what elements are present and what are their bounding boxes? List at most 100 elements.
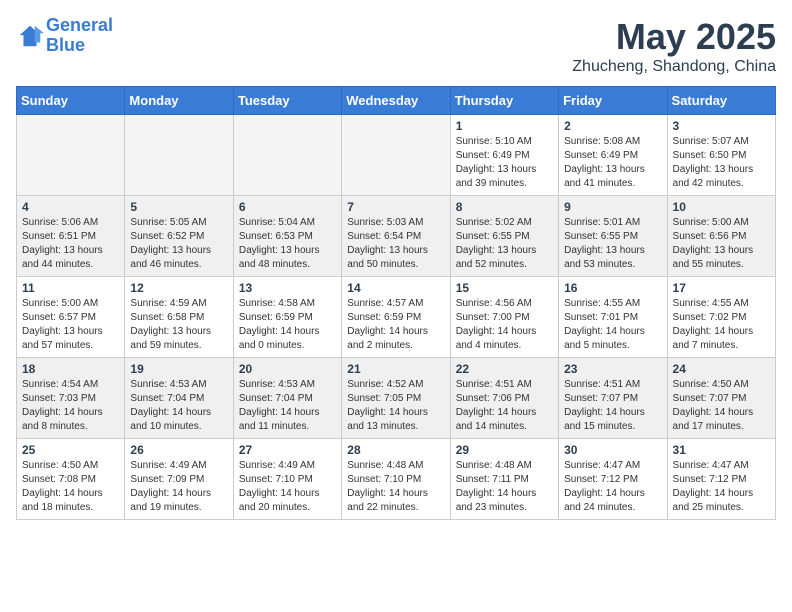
location-subtitle: Zhucheng, Shandong, China	[572, 58, 776, 76]
day-info: Sunrise: 5:06 AM Sunset: 6:51 PM Dayligh…	[22, 216, 119, 272]
calendar-cell	[125, 115, 233, 196]
calendar-cell	[17, 115, 125, 196]
day-number: 13	[239, 281, 336, 295]
day-number: 28	[347, 443, 444, 457]
calendar-week-row: 18 Sunrise: 4:54 AM Sunset: 7:03 PM Dayli…	[17, 358, 776, 439]
title-block: May 2025 Zhucheng, Shandong, China	[572, 16, 776, 76]
day-info: Sunrise: 4:54 AM Sunset: 7:03 PM Dayligh…	[22, 378, 119, 434]
calendar-cell: 11Sunrise: 5:00 AM Sunset: 6:57 PM Dayli…	[17, 277, 125, 358]
day-number: 26	[130, 443, 227, 457]
day-number: 2	[564, 119, 661, 133]
day-of-week-header: Wednesday	[342, 87, 450, 115]
day-info: Sunrise: 4:50 AM Sunset: 7:08 PM Dayligh…	[22, 459, 119, 515]
day-number: 8	[456, 200, 553, 214]
calendar-cell: 13 Sunrise: 4:58 AM Sunset: 6:59 PM Dayli…	[233, 277, 341, 358]
calendar-cell: 29 Sunrise: 4:48 AM Sunset: 7:11 PM Dayli…	[450, 439, 558, 520]
calendar-cell: 31 Sunrise: 4:47 AM Sunset: 7:12 PM Dayli…	[667, 439, 775, 520]
day-number: 9	[564, 200, 661, 214]
calendar-cell: 8 Sunrise: 5:02 AM Sunset: 6:55 PM Daylig…	[450, 196, 558, 277]
calendar-cell: 30 Sunrise: 4:47 AM Sunset: 7:12 PM Dayli…	[559, 439, 667, 520]
day-info: Sunrise: 5:02 AM Sunset: 6:55 PM Dayligh…	[456, 216, 553, 272]
calendar-cell: 12Sunrise: 4:59 AM Sunset: 6:58 PM Dayli…	[125, 277, 233, 358]
day-info: Sunrise: 5:07 AM Sunset: 6:50 PM Dayligh…	[673, 135, 770, 191]
day-of-week-header: Monday	[125, 87, 233, 115]
calendar-week-row: 11Sunrise: 5:00 AM Sunset: 6:57 PM Dayli…	[17, 277, 776, 358]
calendar-cell: 27 Sunrise: 4:49 AM Sunset: 7:10 PM Dayli…	[233, 439, 341, 520]
day-number: 16	[564, 281, 661, 295]
calendar-cell: 25Sunrise: 4:50 AM Sunset: 7:08 PM Dayli…	[17, 439, 125, 520]
calendar-cell: 6Sunrise: 5:04 AM Sunset: 6:53 PM Daylig…	[233, 196, 341, 277]
logo-icon	[16, 22, 44, 50]
calendar-cell: 20 Sunrise: 4:53 AM Sunset: 7:04 PM Dayli…	[233, 358, 341, 439]
calendar-cell: 19 Sunrise: 4:53 AM Sunset: 7:04 PM Dayli…	[125, 358, 233, 439]
day-number: 7	[347, 200, 444, 214]
calendar-cell: 3Sunrise: 5:07 AM Sunset: 6:50 PM Daylig…	[667, 115, 775, 196]
day-info: Sunrise: 4:51 AM Sunset: 7:06 PM Dayligh…	[456, 378, 553, 434]
calendar-cell: 22 Sunrise: 4:51 AM Sunset: 7:06 PM Dayli…	[450, 358, 558, 439]
logo: General Blue	[16, 16, 113, 56]
calendar-cell: 1 Sunrise: 5:10 AM Sunset: 6:49 PM Daylig…	[450, 115, 558, 196]
day-info: Sunrise: 4:48 AM Sunset: 7:10 PM Dayligh…	[347, 459, 444, 515]
day-info: Sunrise: 5:03 AM Sunset: 6:54 PM Dayligh…	[347, 216, 444, 272]
calendar-cell: 7 Sunrise: 5:03 AM Sunset: 6:54 PM Daylig…	[342, 196, 450, 277]
day-info: Sunrise: 4:50 AM Sunset: 7:07 PM Dayligh…	[673, 378, 770, 434]
day-number: 19	[130, 362, 227, 376]
calendar-cell	[342, 115, 450, 196]
calendar-cell: 14Sunrise: 4:57 AM Sunset: 6:59 PM Dayli…	[342, 277, 450, 358]
day-of-week-header: Sunday	[17, 87, 125, 115]
day-number: 29	[456, 443, 553, 457]
day-info: Sunrise: 4:47 AM Sunset: 7:12 PM Dayligh…	[673, 459, 770, 515]
calendar-cell: 4 Sunrise: 5:06 AM Sunset: 6:51 PM Daylig…	[17, 196, 125, 277]
day-number: 27	[239, 443, 336, 457]
day-info: Sunrise: 5:10 AM Sunset: 6:49 PM Dayligh…	[456, 135, 553, 191]
calendar-cell: 10Sunrise: 5:00 AM Sunset: 6:56 PM Dayli…	[667, 196, 775, 277]
day-info: Sunrise: 5:05 AM Sunset: 6:52 PM Dayligh…	[130, 216, 227, 272]
calendar-cell: 21Sunrise: 4:52 AM Sunset: 7:05 PM Dayli…	[342, 358, 450, 439]
day-of-week-header: Friday	[559, 87, 667, 115]
calendar-header-row: SundayMondayTuesdayWednesdayThursdayFrid…	[17, 87, 776, 115]
day-number: 18	[22, 362, 119, 376]
calendar-cell: 17 Sunrise: 4:55 AM Sunset: 7:02 PM Dayli…	[667, 277, 775, 358]
logo-text: General Blue	[46, 16, 113, 56]
day-number: 21	[347, 362, 444, 376]
day-number: 22	[456, 362, 553, 376]
day-info: Sunrise: 4:47 AM Sunset: 7:12 PM Dayligh…	[564, 459, 661, 515]
day-number: 1	[456, 119, 553, 133]
day-info: Sunrise: 5:00 AM Sunset: 6:56 PM Dayligh…	[673, 216, 770, 272]
day-number: 20	[239, 362, 336, 376]
day-number: 31	[673, 443, 770, 457]
day-info: Sunrise: 4:55 AM Sunset: 7:02 PM Dayligh…	[673, 297, 770, 353]
calendar-week-row: 25Sunrise: 4:50 AM Sunset: 7:08 PM Dayli…	[17, 439, 776, 520]
calendar-cell: 2 Sunrise: 5:08 AM Sunset: 6:49 PM Daylig…	[559, 115, 667, 196]
day-number: 5	[130, 200, 227, 214]
day-number: 14	[347, 281, 444, 295]
calendar-week-row: 4 Sunrise: 5:06 AM Sunset: 6:51 PM Daylig…	[17, 196, 776, 277]
day-number: 23	[564, 362, 661, 376]
day-of-week-header: Saturday	[667, 87, 775, 115]
calendar-week-row: 1 Sunrise: 5:10 AM Sunset: 6:49 PM Daylig…	[17, 115, 776, 196]
calendar-cell	[233, 115, 341, 196]
calendar-cell: 5 Sunrise: 5:05 AM Sunset: 6:52 PM Daylig…	[125, 196, 233, 277]
day-info: Sunrise: 4:59 AM Sunset: 6:58 PM Dayligh…	[130, 297, 227, 353]
calendar-cell: 28 Sunrise: 4:48 AM Sunset: 7:10 PM Dayli…	[342, 439, 450, 520]
day-number: 17	[673, 281, 770, 295]
day-info: Sunrise: 4:58 AM Sunset: 6:59 PM Dayligh…	[239, 297, 336, 353]
day-number: 6	[239, 200, 336, 214]
day-info: Sunrise: 5:01 AM Sunset: 6:55 PM Dayligh…	[564, 216, 661, 272]
day-info: Sunrise: 5:08 AM Sunset: 6:49 PM Dayligh…	[564, 135, 661, 191]
day-number: 30	[564, 443, 661, 457]
calendar-cell: 18 Sunrise: 4:54 AM Sunset: 7:03 PM Dayli…	[17, 358, 125, 439]
day-info: Sunrise: 4:49 AM Sunset: 7:10 PM Dayligh…	[239, 459, 336, 515]
day-info: Sunrise: 4:48 AM Sunset: 7:11 PM Dayligh…	[456, 459, 553, 515]
calendar-cell: 16Sunrise: 4:55 AM Sunset: 7:01 PM Dayli…	[559, 277, 667, 358]
day-info: Sunrise: 4:56 AM Sunset: 7:00 PM Dayligh…	[456, 297, 553, 353]
day-info: Sunrise: 4:51 AM Sunset: 7:07 PM Dayligh…	[564, 378, 661, 434]
calendar-cell: 26Sunrise: 4:49 AM Sunset: 7:09 PM Dayli…	[125, 439, 233, 520]
day-info: Sunrise: 5:00 AM Sunset: 6:57 PM Dayligh…	[22, 297, 119, 353]
day-info: Sunrise: 4:53 AM Sunset: 7:04 PM Dayligh…	[239, 378, 336, 434]
calendar-cell: 24Sunrise: 4:50 AM Sunset: 7:07 PM Dayli…	[667, 358, 775, 439]
day-number: 4	[22, 200, 119, 214]
month-title: May 2025	[572, 16, 776, 58]
day-info: Sunrise: 4:53 AM Sunset: 7:04 PM Dayligh…	[130, 378, 227, 434]
day-of-week-header: Tuesday	[233, 87, 341, 115]
